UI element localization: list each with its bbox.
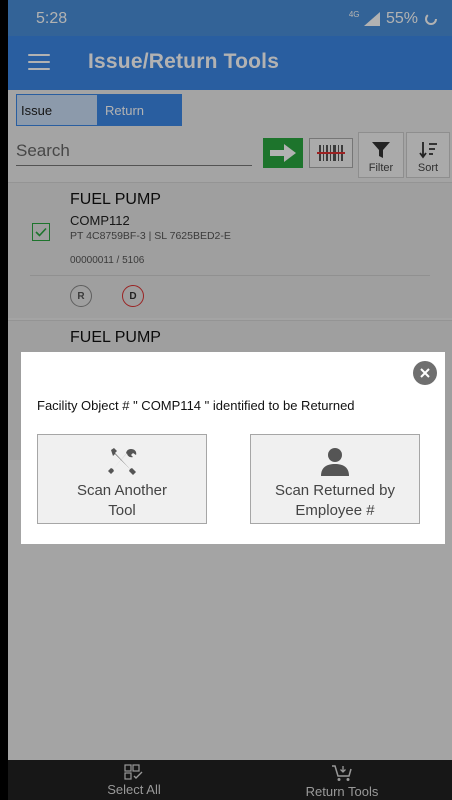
close-icon[interactable] (413, 361, 437, 385)
return-tools-button[interactable]: Return Tools (272, 760, 412, 800)
scan-returned-by-line2: Employee # (295, 501, 375, 519)
cart-icon (332, 765, 352, 781)
phone-screen: 5:28 4G 55% Issue/Return Tools Issue Ret… (8, 0, 452, 800)
tools-icon (108, 447, 137, 475)
dialog-message: Facility Object # " COMP114 " identified… (37, 398, 355, 413)
return-tools-label: Return Tools (305, 784, 379, 799)
scan-returned-by-employee-button[interactable]: Scan Returned by Employee # (250, 434, 420, 524)
select-all-button[interactable]: Select All (64, 760, 204, 800)
select-all-icon (124, 764, 143, 780)
scan-another-tool-line1: Scan Another (76, 481, 168, 499)
bottom-action-bar: Select All Return Tools (8, 760, 452, 800)
scan-another-tool-line2: Tool (108, 501, 136, 519)
scan-another-tool-button[interactable]: Scan Another Tool (37, 434, 207, 524)
scan-returned-by-line1: Scan Returned by (274, 481, 396, 499)
return-dialog: Facility Object # " COMP114 " identified… (21, 352, 445, 544)
person-icon (321, 447, 349, 476)
select-all-label: Select All (107, 782, 161, 797)
